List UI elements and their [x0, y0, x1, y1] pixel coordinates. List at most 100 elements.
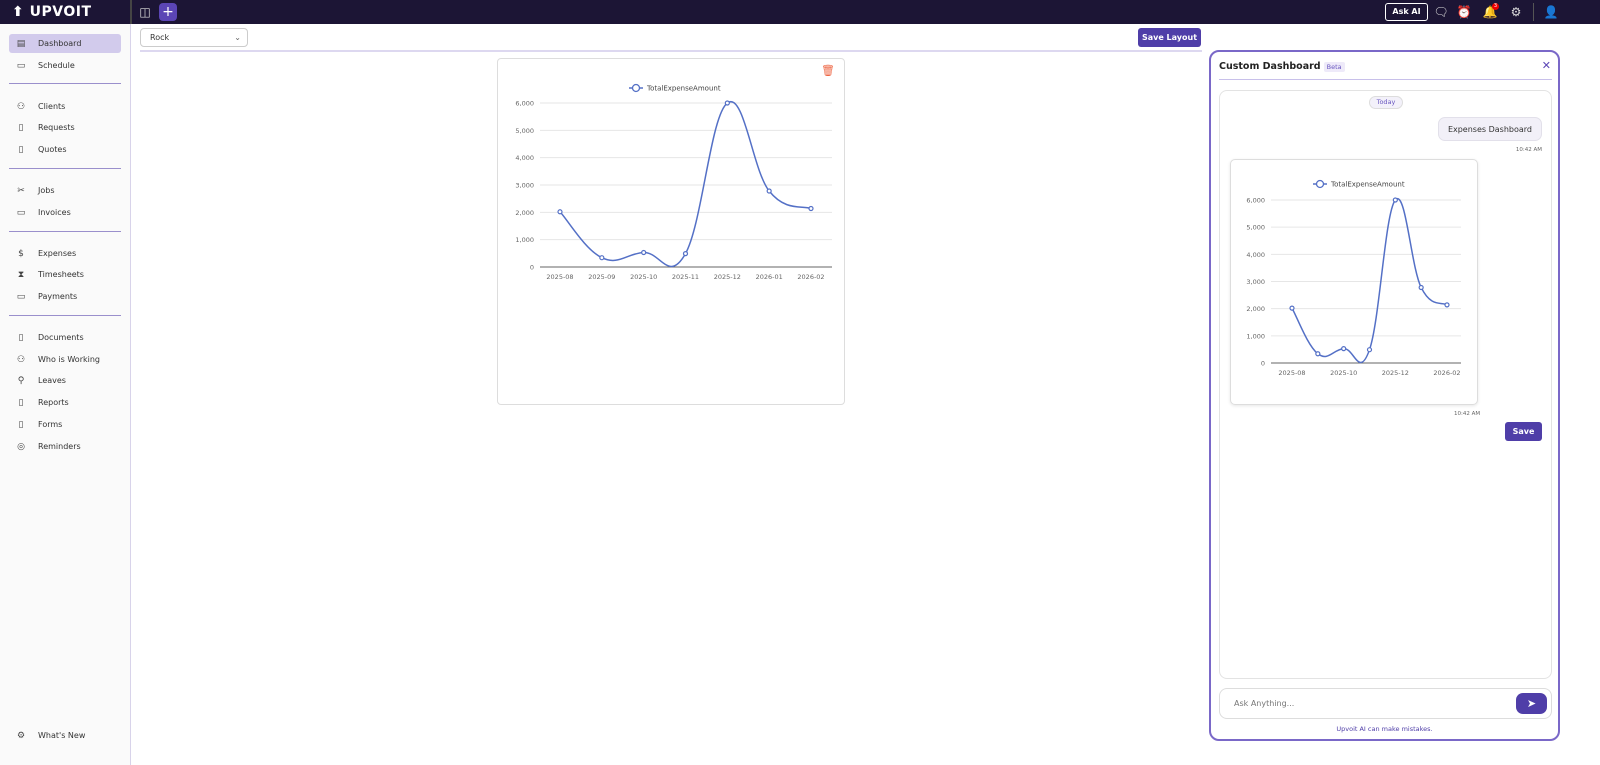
- gear-icon[interactable]: ⚙: [1507, 3, 1525, 21]
- data-point: [1341, 346, 1347, 352]
- x-tick-label: 2025-11: [672, 273, 699, 281]
- dollar-icon: $: [18, 248, 24, 259]
- message-time: 10:42 AM: [1515, 147, 1542, 153]
- form-icon: ▯: [18, 419, 24, 430]
- invoice-icon: ▭: [16, 207, 26, 218]
- x-tick-label: 2025-10: [630, 273, 657, 281]
- send-icon: ➤: [1526, 697, 1537, 710]
- x-tick-label: 2025-12: [714, 273, 741, 281]
- x-tick-label: 2026-02: [797, 273, 824, 281]
- message-time: 10:42 AM: [1454, 411, 1481, 417]
- y-tick-label: 0: [530, 264, 534, 272]
- sidebar-item-label: Reports: [38, 398, 69, 407]
- y-tick-label: 1,000: [1246, 332, 1265, 340]
- x-tick-label: 2025-08: [546, 273, 573, 281]
- sidebar-item-reports[interactable]: ▯ Reports: [9, 393, 121, 412]
- sidebar-item-invoices[interactable]: ▭ Invoices: [9, 203, 121, 222]
- data-point: [1392, 197, 1398, 203]
- sidebar-divider: [9, 315, 121, 316]
- sidebar-divider: [9, 168, 121, 169]
- sidebar-item-jobs[interactable]: ✂ Jobs: [9, 181, 121, 200]
- document-icon: ▯: [18, 332, 24, 343]
- sidebar-item-payments[interactable]: ▭ Payments: [9, 287, 121, 306]
- alarm-icon[interactable]: ⏰: [1455, 3, 1473, 21]
- send-button[interactable]: ➤: [1516, 693, 1547, 714]
- card-icon: ▭: [16, 291, 26, 302]
- sidebar-item-label: Forms: [38, 420, 63, 429]
- x-tick-label: 2025-10: [1330, 369, 1357, 377]
- hourglass-icon: ⧗: [17, 269, 25, 280]
- y-tick-label: 3,000: [1246, 278, 1265, 286]
- y-tick-label: 4,000: [1246, 251, 1265, 259]
- save-layout-button[interactable]: Save Layout: [1138, 28, 1201, 47]
- legend-label: TotalExpenseAmount: [646, 85, 721, 93]
- x-tick-label: 2025-09: [588, 273, 615, 281]
- chart-widget[interactable]: [497, 58, 845, 405]
- sidebar-item-label: Leaves: [38, 376, 66, 385]
- x-tick-label: 2026-02: [1433, 369, 1460, 377]
- y-tick-label: 5,000: [515, 127, 534, 135]
- data-point: [724, 100, 730, 106]
- y-tick-label: 3,000: [515, 182, 534, 190]
- data-point: [557, 209, 563, 215]
- sidebar-item-expenses[interactable]: $ Expenses: [9, 244, 121, 263]
- sidebar-item-label: Payments: [38, 292, 78, 301]
- data-point: [682, 251, 689, 257]
- sidebar-item-label: Documents: [38, 333, 84, 342]
- sidebar-item-forms[interactable]: ▯ Forms: [9, 415, 121, 434]
- data-point: [1366, 347, 1373, 353]
- legend-marker: [631, 83, 641, 93]
- gear-icon: ⚙: [16, 730, 26, 741]
- sidebar-item-who-is-working[interactable]: ⚇ Who is Working: [9, 350, 121, 369]
- sidebar-item-label: Timesheets: [38, 270, 84, 279]
- legend-label: TotalExpenseAmount: [1330, 181, 1405, 189]
- user-icon[interactable]: 👤: [1542, 3, 1560, 21]
- ask-input-placeholder: Ask Anything...: [1234, 699, 1295, 708]
- y-tick-label: 6,000: [1246, 197, 1265, 205]
- tools-icon: ✂: [17, 185, 25, 196]
- data-point: [766, 188, 772, 194]
- x-tick-label: 2025-12: [1382, 369, 1409, 377]
- ask-ai-button[interactable]: Ask AI: [1385, 3, 1428, 21]
- y-tick-label: 2,000: [1246, 305, 1265, 313]
- custom-dashboard-panel: Custom Dashboard Beta ✕ Today Expenses Da…: [1209, 50, 1560, 741]
- panel-title: Custom Dashboard Beta: [1219, 61, 1345, 72]
- close-icon[interactable]: ✕: [1542, 59, 1551, 72]
- date-separator: Today: [1369, 96, 1403, 109]
- user-plus-icon: ⚲: [17, 375, 25, 386]
- ask-input[interactable]: Ask Anything... ➤: [1219, 688, 1552, 719]
- preview-line-chart: 0 1,000 2,000 3,000 4,000 5,000 6,000 2025-08 20…: [1246, 179, 1461, 377]
- x-tick-label: 2025-08: [1278, 369, 1305, 377]
- sidebar-item-label: Jobs: [38, 186, 55, 195]
- y-tick-label: 2,000: [515, 209, 534, 217]
- report-icon: ▯: [18, 397, 24, 408]
- divider: [1533, 3, 1534, 21]
- data-point: [1289, 305, 1295, 311]
- sidebar-divider: [9, 231, 121, 232]
- data-point: [641, 249, 647, 256]
- y-tick-label: 6,000: [515, 100, 534, 108]
- sidebar-item-timesheets[interactable]: ⧗ Timesheets: [9, 265, 121, 284]
- sidebar-item-whats-new[interactable]: ⚙ What's New: [9, 726, 121, 745]
- data-point: [599, 255, 605, 261]
- data-point: [1315, 351, 1321, 357]
- chat-area: Today Expenses Dashboard 10:42 AM 10:42 …: [1219, 90, 1552, 679]
- sidebar-item-leaves[interactable]: ⚲ Leaves: [9, 371, 121, 390]
- trash-icon[interactable]: 🗑: [821, 64, 835, 77]
- beta-badge: Beta: [1323, 61, 1345, 72]
- y-tick-label: 4,000: [515, 154, 534, 162]
- sidebar-item-label: Expenses: [38, 249, 77, 258]
- save-button[interactable]: Save: [1505, 422, 1542, 441]
- legend-marker: [1315, 179, 1325, 189]
- y-tick-label: 0: [1261, 360, 1265, 368]
- alarm-icon: ◎: [17, 441, 25, 452]
- data-point: [808, 205, 814, 212]
- sidebar-item-reminders[interactable]: ◎ Reminders: [9, 437, 121, 456]
- y-tick-label: 5,000: [1246, 224, 1265, 232]
- x-tick-label: 2026-01: [756, 273, 783, 281]
- y-tick-label: 1,000: [515, 236, 534, 244]
- sidebar-item-documents[interactable]: ▯ Documents: [9, 328, 121, 347]
- chat-icon[interactable]: 🗨: [1432, 3, 1450, 21]
- panel-title-text: Custom Dashboard: [1219, 61, 1321, 72]
- sidebar-item-label: What's New: [38, 731, 86, 740]
